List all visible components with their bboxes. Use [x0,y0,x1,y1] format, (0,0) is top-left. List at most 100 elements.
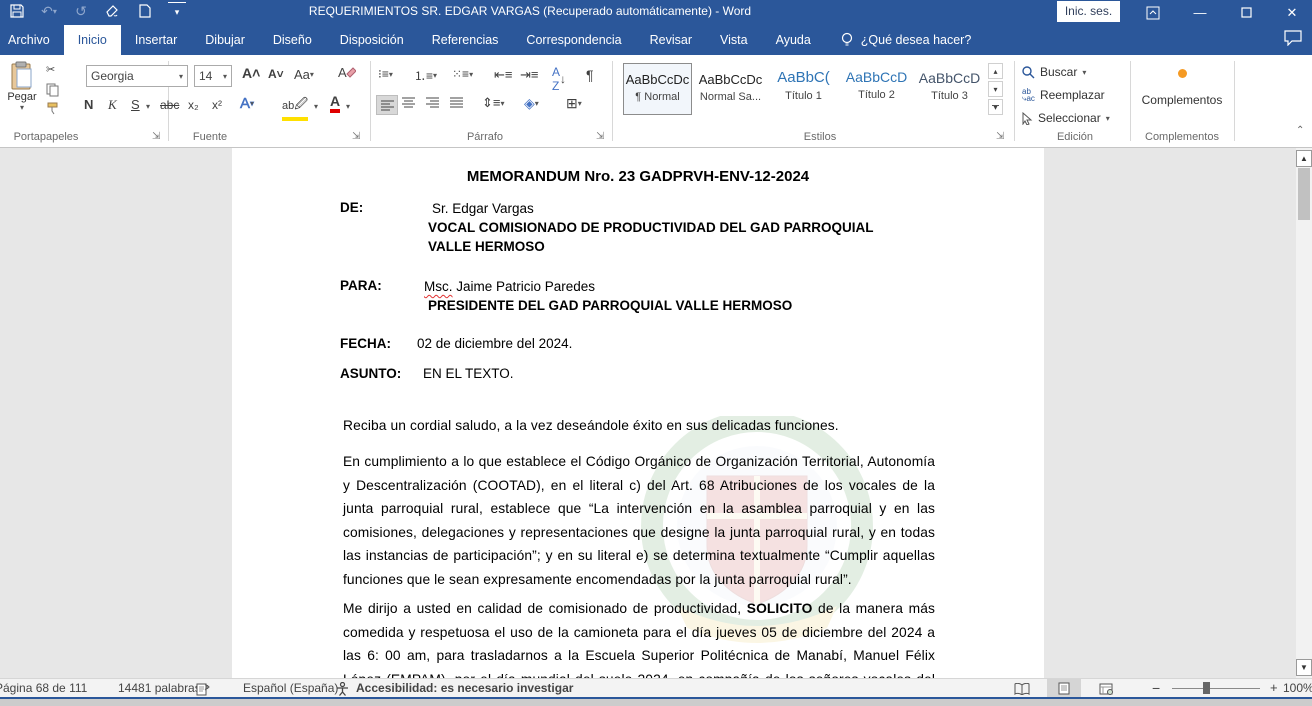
borders-icon[interactable]: ⊞ ▾ [566,95,582,112]
scrollbar-thumb[interactable] [1298,168,1310,220]
print-layout-icon[interactable] [1047,679,1081,698]
show-paragraph-marks-icon[interactable]: ¶ [586,67,594,83]
tab-referencias[interactable]: Referencias [418,25,513,55]
style-titulo-2[interactable]: AaBbCcD Título 2 [842,63,911,115]
align-center-button[interactable] [402,97,415,108]
styles-dialog-launcher-icon[interactable]: ⇲ [996,131,1004,142]
superscript-icon[interactable]: x² [212,98,222,112]
word-count[interactable]: 14481 palabras [118,681,201,695]
select-button[interactable]: Seleccionar▾ [1022,111,1110,125]
italic-button[interactable]: K [108,97,117,113]
underline-dropdown-arrow[interactable]: ▾ [146,102,150,111]
de-role-line2: VALLE HERMOSO [428,239,545,254]
page-indicator[interactable]: Página 68 de 111 [0,681,87,695]
tab-ayuda[interactable]: Ayuda [762,25,825,55]
memo-title: MEMORANDUM Nro. 23 GADPRVH-ENV-12-2024 [232,168,1044,185]
font-name-combo[interactable]: Georgia▾ [86,65,188,87]
proofing-error-icon[interactable]: x [196,682,211,696]
justify-button[interactable] [450,97,463,108]
font-name-value: Georgia [91,69,134,83]
sign-in-button[interactable]: Inic. ses. [1057,1,1120,22]
subscript-icon[interactable]: x₂ [188,98,199,112]
grow-font-icon[interactable]: A˄ [242,65,260,81]
multilevel-list-icon[interactable]: ⁙≡ ▾ [452,67,473,81]
font-size-combo[interactable]: 14▾ [194,65,232,87]
scroll-up-icon[interactable]: ▲ [1296,150,1312,167]
tab-dibujar[interactable]: Dibujar [191,25,259,55]
format-painter-icon[interactable] [46,101,60,115]
accessibility-icon[interactable] [336,682,349,696]
find-button[interactable]: Buscar▾ [1022,65,1086,79]
maximize-icon[interactable] [1226,0,1266,25]
styles-scroll-down-icon[interactable]: ▾ [988,81,1003,97]
zoom-level[interactable]: 100% [1283,681,1312,695]
numbering-icon[interactable]: ⒈≡ ▾ [414,67,437,84]
highlight-dropdown-arrow[interactable]: ▾ [314,102,318,111]
addins-button[interactable]: Complementos [1134,63,1230,107]
zoom-in-icon[interactable]: + [1270,680,1278,695]
close-icon[interactable]: ✕ [1272,0,1312,25]
document-area[interactable]: MEMORANDUM Nro. 23 GADPRVH-ENV-12-2024 D… [0,148,1312,678]
tab-inicio[interactable]: Inicio [64,25,121,55]
styles-gallery-more-icon[interactable]: ▾ [988,99,1003,115]
tab-vista[interactable]: Vista [706,25,762,55]
bullets-icon[interactable]: ⁝≡ ▾ [378,67,393,81]
collapse-ribbon-icon[interactable]: ⌃ [1296,125,1304,136]
comments-icon[interactable] [1284,30,1302,46]
vertical-scrollbar[interactable]: ▲ ▼ [1296,148,1312,678]
accessibility-status[interactable]: Accesibilidad: es necesario investigar [356,681,573,695]
document-page[interactable]: MEMORANDUM Nro. 23 GADPRVH-ENV-12-2024 D… [232,148,1044,678]
ribbon-tab-row: Archivo Inicio Insertar Dibujar Diseño D… [0,25,1312,55]
style-name: Título 2 [843,89,910,101]
tab-insertar[interactable]: Insertar [121,25,191,55]
highlight-color-icon[interactable]: ab🖉 [282,95,308,121]
shading-icon[interactable]: ◈ ▾ [524,95,539,112]
font-dialog-launcher-icon[interactable]: ⇲ [352,131,360,142]
tab-correspondencia[interactable]: Correspondencia [512,25,635,55]
read-mode-icon[interactable] [1005,679,1039,698]
paragraph-dialog-launcher-icon[interactable]: ⇲ [596,131,604,142]
tell-me-box[interactable]: ¿Qué desea hacer? [825,25,972,55]
language-indicator[interactable]: Español (España) [243,681,338,695]
replace-label: Reemplazar [1040,88,1105,102]
decrease-indent-icon[interactable]: ⇤≡ [494,67,512,83]
line-spacing-icon[interactable]: ⇕≡ ▾ [482,95,505,111]
underline-button[interactable]: S [131,97,140,112]
tab-revisar[interactable]: Revisar [636,25,706,55]
change-case-icon[interactable]: Aa ▾ [294,67,314,82]
para-role: PRESIDENTE DEL GAD PARROQUIAL VALLE HERM… [428,298,792,313]
align-right-button[interactable] [426,97,439,108]
strikethrough-icon[interactable]: abc [160,98,179,112]
shrink-font-icon[interactable]: A˅ [268,67,284,81]
cut-icon[interactable]: ✂ [46,63,55,76]
align-left-button[interactable] [376,95,398,115]
asunto-value: EN EL TEXTO. [423,366,514,381]
font-color-icon[interactable]: A [330,93,340,113]
zoom-slider-thumb[interactable] [1203,682,1210,694]
paragraph-saludo: Reciba un cordial saludo, a la vez deseá… [343,414,935,438]
zoom-slider-track[interactable] [1172,688,1260,689]
styles-scroll-up-icon[interactable]: ▴ [988,63,1003,79]
tab-archivo[interactable]: Archivo [0,25,64,55]
style-titulo-3[interactable]: AaBbCcD Título 3 [915,63,984,115]
paste-button[interactable]: Pegar ▾ [2,61,42,112]
bold-button[interactable]: N [84,97,93,112]
tab-diseno[interactable]: Diseño [259,25,326,55]
web-layout-icon[interactable] [1089,679,1123,698]
text-effects-icon[interactable]: A ▾ [240,95,254,112]
font-color-dropdown-arrow[interactable]: ▾ [346,102,350,111]
scroll-down-icon[interactable]: ▼ [1296,659,1312,676]
style-titulo-1[interactable]: AaBbC( Título 1 [769,63,838,115]
replace-button[interactable]: ab⤷ac Reemplazar [1022,88,1105,102]
minimize-icon[interactable]: — [1180,0,1220,25]
window-title: REQUERIMIENTOS SR. EDGAR VARGAS (Recuper… [0,4,1060,18]
clear-formatting-icon[interactable]: A [338,65,356,81]
tab-disposicion[interactable]: Disposición [326,25,418,55]
sort-icon[interactable]: AZ↓ [552,65,566,93]
style-normal[interactable]: AaBbCcDc ¶ Normal [623,63,692,115]
copy-icon[interactable] [46,83,59,97]
ribbon-display-options-icon[interactable] [1133,0,1173,25]
zoom-out-icon[interactable]: − [1152,680,1160,696]
style-normal-sa[interactable]: AaBbCcDc Normal Sa... [696,63,765,115]
increase-indent-icon[interactable]: ⇥≡ [520,67,538,83]
